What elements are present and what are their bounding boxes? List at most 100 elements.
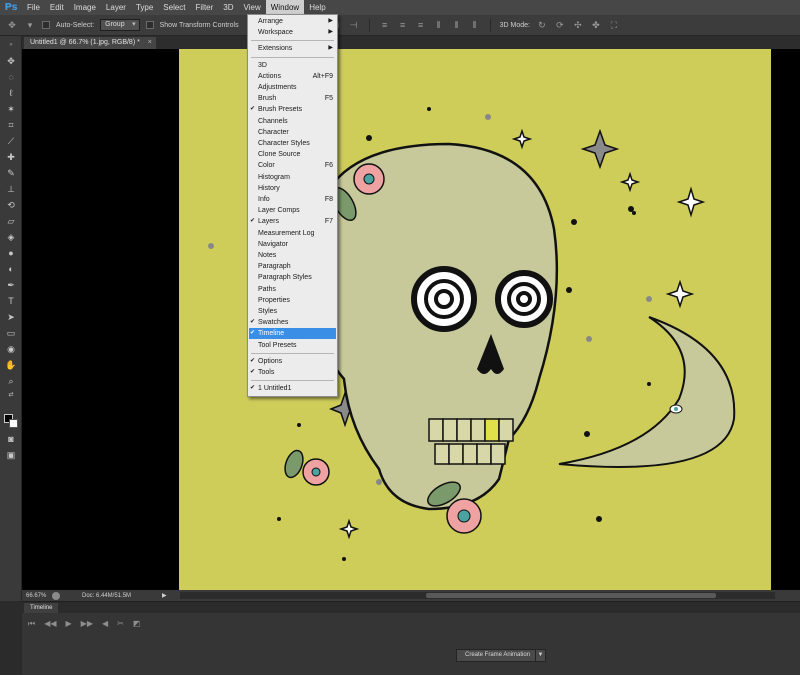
document-tab[interactable]: Untitled1 @ 66.7% (1.jpg, RGB/8) * ×	[24, 37, 156, 49]
window-menu-item-info[interactable]: Info F8	[249, 194, 336, 205]
quick-select-tool-icon[interactable]: ✶	[3, 102, 19, 116]
auto-select-checkbox[interactable]	[42, 21, 50, 29]
first-frame-icon[interactable]: ⏮	[28, 619, 35, 629]
menu-select[interactable]: Select	[158, 0, 190, 15]
window-menu-item-tools[interactable]: ✔ Tools	[249, 367, 336, 378]
distribute-top-icon[interactable]: ≡	[379, 19, 391, 31]
window-menu-item-extensions[interactable]: Extensions ▶	[249, 43, 336, 54]
collapse-icon[interactable]: »	[3, 38, 19, 52]
window-menu-item-paths[interactable]: Paths	[249, 284, 336, 295]
menu-view[interactable]: View	[239, 0, 266, 15]
align-right-icon[interactable]: ⊣	[348, 19, 360, 31]
window-menu-item-brush-presets[interactable]: ✔ Brush Presets	[249, 104, 336, 115]
distribute-middle-icon[interactable]: ≡	[397, 19, 409, 31]
dodge-tool-icon[interactable]: ◐	[3, 262, 19, 276]
3d-pan-icon[interactable]: ✣	[572, 19, 584, 31]
audio-icon[interactable]: ◀	[102, 619, 108, 629]
distribute-right-icon[interactable]: ⦀	[469, 19, 481, 31]
3d-scale-icon[interactable]: ⛶	[608, 19, 620, 31]
distribute-center-icon[interactable]: ⦀	[451, 19, 463, 31]
window-menu-item-brush[interactable]: Brush F5	[249, 93, 336, 104]
rectangle-tool-icon[interactable]: ▭	[3, 326, 19, 340]
menu-type[interactable]: Type	[131, 0, 158, 15]
timeline-tab[interactable]: Timeline	[24, 603, 59, 613]
split-icon[interactable]: ✂	[117, 619, 124, 629]
history-brush-tool-icon[interactable]: ⟲	[3, 198, 19, 212]
window-menu-item-tool-presets[interactable]: Tool Presets	[249, 340, 336, 351]
window-menu-item-styles[interactable]: Styles	[249, 306, 336, 317]
window-menu-item-paragraph-styles[interactable]: Paragraph Styles	[249, 272, 336, 283]
status-info-icon[interactable]	[52, 591, 60, 600]
paint-bucket-tool-icon[interactable]: ◈	[3, 230, 19, 244]
brush-tool-icon[interactable]: ✎	[3, 166, 19, 180]
window-menu-item-character-styles[interactable]: Character Styles	[249, 138, 336, 149]
zoom-tool-icon[interactable]: ⌕	[3, 374, 19, 388]
eyedropper-tool-icon[interactable]: ⟋	[3, 134, 19, 148]
window-menu-item-layers[interactable]: ✔ Layers F7	[249, 216, 336, 227]
window-menu-item-histogram[interactable]: Histogram	[249, 172, 336, 183]
3d-tool-icon[interactable]: ◉	[3, 342, 19, 356]
chevron-down-icon[interactable]: ▾	[24, 19, 36, 31]
window-menu-item-measurement-log[interactable]: Measurement Log	[249, 228, 336, 239]
window-menu-item-notes[interactable]: Notes	[249, 250, 336, 261]
default-colors-icon[interactable]: ⇄	[3, 388, 19, 402]
marquee-tool-icon[interactable]: ◌	[3, 70, 19, 84]
next-frame-icon[interactable]: ▶▶	[81, 619, 93, 629]
distribute-left-icon[interactable]: ⦀	[433, 19, 445, 31]
menu-help[interactable]: Help	[304, 0, 330, 15]
show-transform-checkbox[interactable]	[145, 21, 154, 29]
window-menu-item-character[interactable]: Character	[249, 127, 336, 138]
crop-tool-icon[interactable]: ⌗	[3, 118, 19, 132]
window-menu-item-options[interactable]: ✔ Options	[249, 356, 336, 367]
window-menu-item-swatches[interactable]: ✔ Swatches	[249, 317, 336, 328]
hand-tool-icon[interactable]: ✋	[3, 358, 19, 372]
horizontal-scrollbar-thumb[interactable]	[426, 593, 716, 598]
window-menu-item-paragraph[interactable]: Paragraph	[249, 261, 336, 272]
window-menu-item-1-untitled1[interactable]: ✔ 1 Untitled1	[249, 383, 336, 394]
clone-stamp-tool-icon[interactable]: ⊥	[3, 182, 19, 196]
window-menu-item-timeline[interactable]: ✔ Timeline	[249, 328, 336, 340]
window-menu-item-3d[interactable]: 3D	[249, 60, 336, 71]
horizontal-scrollbar[interactable]	[180, 592, 775, 599]
menu-layer[interactable]: Layer	[101, 0, 131, 15]
3d-roll-icon[interactable]: ⟳	[554, 19, 566, 31]
lasso-tool-icon[interactable]: ℓ	[3, 86, 19, 100]
3d-rotate-icon[interactable]: ↻	[536, 19, 548, 31]
background-color-swatch[interactable]	[9, 419, 18, 428]
window-menu-item-history[interactable]: History	[249, 183, 336, 194]
window-menu-item-workspace[interactable]: Workspace ▶	[249, 27, 336, 38]
status-menu-arrow-icon[interactable]: ▶	[162, 592, 170, 599]
window-menu-item-arrange[interactable]: Arrange ▶	[249, 16, 336, 27]
close-icon[interactable]: ×	[148, 37, 152, 49]
menu-window[interactable]: Window	[265, 0, 305, 15]
auto-select-dropdown[interactable]: Group	[100, 19, 140, 31]
window-menu-item-layer-comps[interactable]: Layer Comps	[249, 205, 336, 216]
menu-edit[interactable]: Edit	[45, 0, 69, 15]
play-icon[interactable]: ▶	[66, 619, 72, 629]
window-menu-item-adjustments[interactable]: Adjustments	[249, 82, 336, 93]
type-tool-icon[interactable]: T	[3, 294, 19, 308]
pen-tool-icon[interactable]: ✒	[3, 278, 19, 292]
menu-filter[interactable]: Filter	[191, 0, 219, 15]
3d-slide-icon[interactable]: ✤	[590, 19, 602, 31]
menu-image[interactable]: Image	[69, 0, 101, 15]
zoom-level[interactable]: 66.67%	[22, 593, 52, 599]
menu-3d[interactable]: 3D	[218, 0, 238, 15]
menu-file[interactable]: File	[22, 0, 45, 15]
quick-mask-icon[interactable]: ◙	[3, 432, 19, 446]
window-menu-item-channels[interactable]: Channels	[249, 116, 336, 127]
move-tool-icon[interactable]: ✥	[3, 54, 19, 68]
eraser-tool-icon[interactable]: ▱	[3, 214, 19, 228]
window-menu-item-actions[interactable]: Actions Alt+F9	[249, 71, 336, 82]
distribute-bottom-icon[interactable]: ≡	[415, 19, 427, 31]
window-menu-item-color[interactable]: Color F6	[249, 160, 336, 171]
path-selection-tool-icon[interactable]: ➤	[3, 310, 19, 324]
create-animation-dropdown[interactable]: ▼	[535, 649, 546, 662]
move-tool-preset-icon[interactable]: ✥	[6, 19, 18, 31]
create-frame-animation-button[interactable]: Create Frame Animation	[456, 649, 540, 662]
window-menu-item-properties[interactable]: Properties	[249, 295, 336, 306]
window-menu-item-clone-source[interactable]: Clone Source	[249, 149, 336, 160]
blur-tool-icon[interactable]: ●	[3, 246, 19, 260]
previous-frame-icon[interactable]: ◀◀	[44, 619, 56, 629]
healing-brush-tool-icon[interactable]: ✚	[3, 150, 19, 164]
